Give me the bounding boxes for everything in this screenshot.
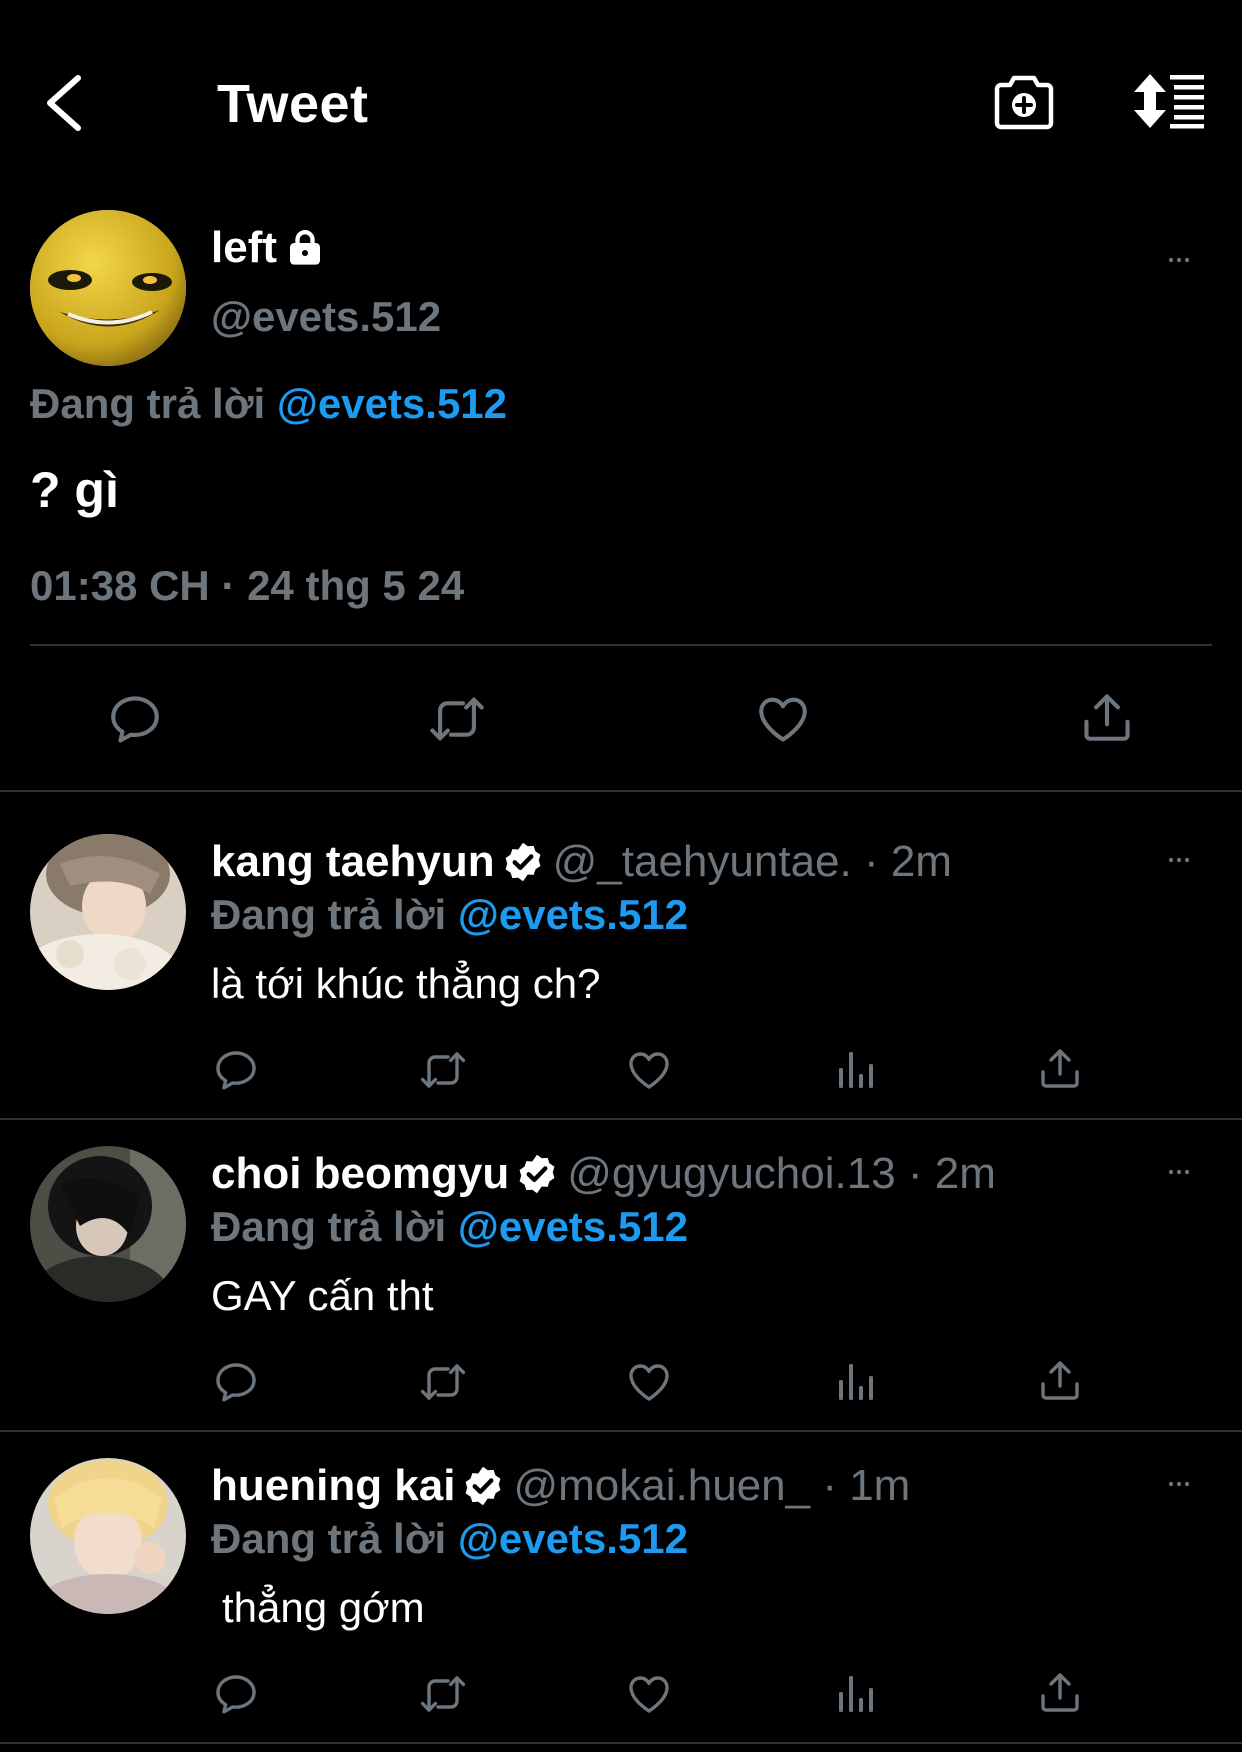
tweet-timestamp: 01:38 CH · 24 thg 5 24 bbox=[30, 562, 465, 609]
views-button[interactable] bbox=[832, 1670, 880, 1718]
share-button[interactable] bbox=[1036, 1356, 1084, 1404]
lock-icon bbox=[290, 230, 320, 265]
author-handle[interactable]: @evets.512 bbox=[211, 291, 441, 343]
author-name[interactable]: left bbox=[211, 222, 277, 274]
retweet-icon bbox=[416, 1358, 470, 1406]
more-icon bbox=[1160, 248, 1198, 272]
more-button[interactable] bbox=[1160, 248, 1198, 272]
avatar[interactable] bbox=[30, 1146, 186, 1302]
reply-header: kang taehyun @_taehyuntae. · 2m bbox=[211, 835, 952, 889]
avatar-image bbox=[30, 210, 186, 366]
tweet-text: ? gì bbox=[30, 462, 119, 518]
retweet-icon bbox=[425, 690, 489, 748]
reply-handle-time[interactable]: @_taehyuntae. · 2m bbox=[553, 835, 952, 889]
retweet-button[interactable] bbox=[416, 1358, 470, 1406]
like-button[interactable] bbox=[625, 1046, 673, 1094]
reply-button[interactable] bbox=[212, 1046, 260, 1094]
views-icon bbox=[832, 1358, 880, 1406]
like-button[interactable] bbox=[625, 1670, 673, 1718]
replying-to: Đang trả lời @evets.512 bbox=[211, 1201, 688, 1253]
chevron-left-icon bbox=[47, 75, 81, 131]
views-button[interactable] bbox=[832, 1358, 880, 1406]
replying-label: Đang trả lời bbox=[211, 1515, 447, 1562]
replying-to: Đang trả lời @evets.512 bbox=[30, 378, 507, 430]
reply-icon bbox=[106, 690, 164, 748]
avatar-image bbox=[30, 1458, 186, 1614]
views-icon bbox=[832, 1670, 880, 1718]
views-icon bbox=[832, 1046, 880, 1094]
like-icon bbox=[625, 1046, 673, 1094]
reply-button[interactable] bbox=[212, 1358, 260, 1406]
sort-button[interactable] bbox=[1132, 72, 1208, 130]
verified-icon bbox=[501, 840, 545, 884]
replying-to: Đang trả lời @evets.512 bbox=[211, 889, 688, 941]
reply-handle-time[interactable]: @mokai.huen_ · 1m bbox=[513, 1459, 910, 1513]
replying-label: Đang trả lời bbox=[211, 891, 447, 938]
sort-list-icon bbox=[1134, 74, 1204, 129]
mention-link[interactable]: @evets.512 bbox=[458, 891, 688, 938]
reply-header: huening kai @mokai.huen_ · 1m bbox=[211, 1459, 910, 1513]
reply-text: là tới khúc thẳng ch? bbox=[211, 960, 601, 1007]
share-button[interactable] bbox=[1078, 688, 1136, 746]
divider bbox=[30, 644, 1212, 646]
back-button[interactable] bbox=[40, 70, 90, 136]
replying-label: Đang trả lời bbox=[211, 1203, 447, 1250]
more-icon bbox=[1160, 1472, 1198, 1496]
share-icon bbox=[1036, 1044, 1084, 1092]
more-button[interactable] bbox=[1160, 1160, 1198, 1184]
share-icon bbox=[1078, 688, 1136, 746]
avatar-image bbox=[30, 1146, 186, 1302]
reply-text: GAY cấn tht bbox=[211, 1272, 434, 1319]
divider bbox=[0, 790, 1242, 792]
reply-handle-time[interactable]: @gyugyuchoi.13 · 2m bbox=[567, 1147, 996, 1201]
mention-link[interactable]: @evets.512 bbox=[277, 380, 507, 427]
more-button[interactable] bbox=[1160, 1472, 1198, 1496]
reply-button[interactable] bbox=[106, 690, 164, 748]
more-icon bbox=[1160, 1160, 1198, 1184]
share-icon bbox=[1036, 1668, 1084, 1716]
avatar[interactable] bbox=[30, 210, 186, 366]
verified-icon bbox=[515, 1152, 559, 1196]
reply-icon bbox=[212, 1046, 260, 1094]
avatar[interactable] bbox=[30, 1458, 186, 1614]
reply-icon bbox=[212, 1358, 260, 1406]
share-button[interactable] bbox=[1036, 1044, 1084, 1092]
like-icon bbox=[625, 1670, 673, 1718]
reply-text: thẳng gớm bbox=[222, 1584, 425, 1631]
like-icon bbox=[625, 1358, 673, 1406]
retweet-button[interactable] bbox=[425, 690, 489, 748]
reply-button[interactable] bbox=[212, 1670, 260, 1718]
reply-author-name[interactable]: kang taehyun bbox=[211, 835, 495, 889]
like-icon bbox=[754, 690, 812, 748]
replying-label: Đang trả lời bbox=[30, 380, 266, 427]
reply-header: choi beomgyu @gyugyuchoi.13 · 2m bbox=[211, 1147, 996, 1201]
like-button[interactable] bbox=[625, 1358, 673, 1406]
reply-icon bbox=[212, 1670, 260, 1718]
divider bbox=[0, 1118, 1242, 1120]
retweet-icon bbox=[416, 1046, 470, 1094]
page-title: Tweet bbox=[217, 74, 369, 134]
share-button[interactable] bbox=[1036, 1668, 1084, 1716]
avatar-image bbox=[30, 834, 186, 990]
camera-plus-icon bbox=[994, 75, 1054, 130]
camera-button[interactable] bbox=[993, 72, 1055, 132]
more-icon bbox=[1160, 848, 1198, 872]
retweet-button[interactable] bbox=[416, 1046, 470, 1094]
retweet-icon bbox=[416, 1670, 470, 1718]
reply-author-name[interactable]: choi beomgyu bbox=[211, 1147, 509, 1201]
mention-link[interactable]: @evets.512 bbox=[458, 1203, 688, 1250]
share-icon bbox=[1036, 1356, 1084, 1404]
divider bbox=[0, 1430, 1242, 1432]
mention-link[interactable]: @evets.512 bbox=[458, 1515, 688, 1562]
retweet-button[interactable] bbox=[416, 1670, 470, 1718]
divider bbox=[0, 1742, 1242, 1744]
verified-icon bbox=[461, 1464, 505, 1508]
like-button[interactable] bbox=[754, 690, 812, 748]
more-button[interactable] bbox=[1160, 848, 1198, 872]
reply-author-name[interactable]: huening kai bbox=[211, 1459, 455, 1513]
avatar[interactable] bbox=[30, 834, 186, 990]
views-button[interactable] bbox=[832, 1046, 880, 1094]
main-author-name-row: left bbox=[211, 222, 325, 274]
replying-to: Đang trả lời @evets.512 bbox=[211, 1513, 688, 1565]
